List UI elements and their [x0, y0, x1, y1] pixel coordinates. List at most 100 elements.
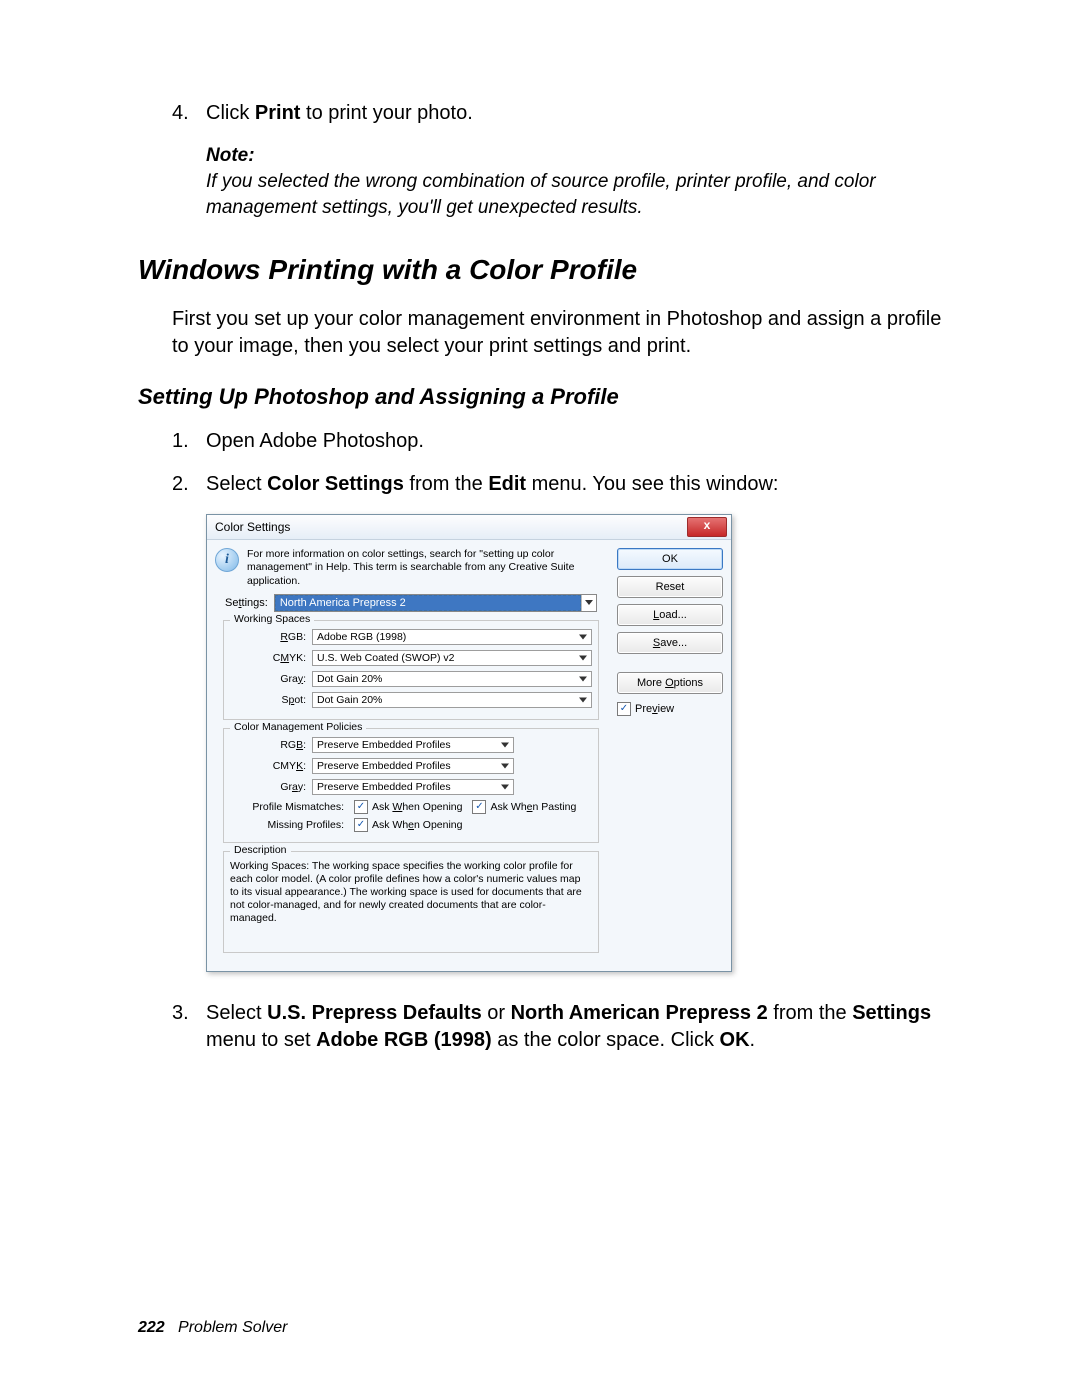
bold-color-settings: Color Settings [267, 473, 404, 495]
missing-profiles-row: Missing Profiles: ✓ Ask When Opening [230, 818, 592, 832]
step-number: 2. [172, 471, 206, 498]
gray-dropdown[interactable]: Dot Gain 20% [312, 671, 592, 687]
cmyk-value: U.S. Web Coated (SWOP) v2 [317, 652, 455, 664]
bold: OK [720, 1029, 750, 1051]
footer-section: Problem Solver [178, 1319, 287, 1336]
settings-label: Settings: [225, 597, 268, 609]
ask-when-pasting-check[interactable]: ✓ Ask When Pasting [472, 800, 576, 814]
bold: Adobe RGB (1998) [316, 1029, 492, 1051]
reset-button[interactable]: Reset [617, 576, 723, 598]
more-options-button[interactable]: More Options [617, 672, 723, 694]
step-number: 1. [172, 428, 206, 455]
gray-row: Gray: Dot Gain 20% [230, 671, 592, 687]
note-body: If you selected the wrong combination of… [206, 169, 942, 220]
bold-edit: Edit [488, 473, 526, 495]
cmyk-label: CMYK: [230, 652, 306, 664]
text: menu. You see this window: [526, 473, 778, 495]
bold-print: Print [255, 102, 301, 124]
step-4: 4. Click Print to print your photo. [172, 100, 942, 127]
profile-mismatches-label: Profile Mismatches: [230, 801, 344, 813]
cmyk-label: CMYK: [230, 760, 306, 772]
ok-button[interactable]: OK [617, 548, 723, 570]
chevron-down-icon [501, 742, 509, 747]
step-text: Open Adobe Photoshop. [206, 428, 942, 455]
check-label: Preview [635, 703, 674, 715]
working-spaces-group: Working Spaces RGB: Adobe RGB (1998) CMY… [223, 620, 599, 720]
text: as the color space. Click [492, 1029, 720, 1051]
info-icon: i [215, 548, 239, 572]
rgb-policy-value: Preserve Embedded Profiles [317, 739, 451, 751]
chevron-down-icon [579, 655, 587, 660]
settings-value: North America Prepress 2 [275, 595, 581, 611]
info-row: i For more information on color settings… [215, 548, 607, 587]
group-title: Description [230, 844, 291, 856]
button-label: Reset [656, 581, 685, 593]
rgb-label: RGB: [230, 739, 306, 751]
button-label: OK [662, 553, 678, 565]
gray-value: Dot Gain 20% [317, 673, 382, 685]
step-text: Select Color Settings from the Edit menu… [206, 471, 942, 498]
spot-row: Spot: Dot Gain 20% [230, 692, 592, 708]
document-page: 4. Click Print to print your photo. Note… [0, 0, 1080, 1397]
dialog-right-pane: OK Reset Load... Save... More Options ✓ … [617, 548, 723, 960]
dialog-screenshot: Color Settings x i For more information … [206, 514, 942, 971]
button-label: Save... [653, 637, 687, 649]
cmyk-policy-dropdown[interactable]: Preserve Embedded Profiles [312, 758, 514, 774]
ask-when-opening-check[interactable]: ✓ Ask When Opening [354, 800, 462, 814]
rgb-policy-dropdown[interactable]: Preserve Embedded Profiles [312, 737, 514, 753]
save-button[interactable]: Save... [617, 632, 723, 654]
close-icon: x [704, 518, 711, 532]
dialog-left-pane: i For more information on color settings… [215, 548, 607, 960]
text: Click [206, 102, 255, 124]
intro-paragraph: First you set up your color management e… [172, 306, 942, 360]
gray-policy-dropdown[interactable]: Preserve Embedded Profiles [312, 779, 514, 795]
checkbox-icon: ✓ [354, 800, 368, 814]
step-text: Click Print to print your photo. [206, 100, 942, 127]
chevron-down-icon [501, 784, 509, 789]
text: or [482, 1002, 511, 1024]
spot-value: Dot Gain 20% [317, 694, 382, 706]
gray-label: Gray: [230, 673, 306, 685]
bold: North American Prepress 2 [511, 1002, 768, 1024]
settings-row: Settings: North America Prepress 2 [225, 594, 597, 612]
spot-dropdown[interactable]: Dot Gain 20% [312, 692, 592, 708]
gray-policy-row: Gray: Preserve Embedded Profiles [230, 779, 592, 795]
cmyk-row: CMYK: U.S. Web Coated (SWOP) v2 [230, 650, 592, 666]
close-button[interactable]: x [687, 517, 727, 537]
note-block: Note: If you selected the wrong combinat… [206, 145, 942, 220]
spot-label: Spot: [230, 694, 306, 706]
text: from the [768, 1002, 852, 1024]
color-settings-dialog: Color Settings x i For more information … [206, 514, 732, 971]
profile-mismatches-row: Profile Mismatches: ✓ Ask When Opening ✓… [230, 800, 592, 814]
rgb-label: RGB: [230, 631, 306, 643]
group-title: Color Management Policies [230, 721, 366, 733]
check-label: Ask When Pasting [490, 801, 576, 813]
note-heading: Note: [206, 145, 942, 167]
dialog-body: i For more information on color settings… [207, 540, 731, 970]
dialog-titlebar: Color Settings x [207, 515, 731, 540]
step-number: 4. [172, 100, 206, 127]
chevron-down-icon [579, 676, 587, 681]
checkbox-icon: ✓ [472, 800, 486, 814]
button-label: More Options [637, 677, 703, 689]
rgb-policy-row: RGB: Preserve Embedded Profiles [230, 737, 592, 753]
load-button[interactable]: Load... [617, 604, 723, 626]
missing-ask-when-opening-check[interactable]: ✓ Ask When Opening [354, 818, 462, 832]
section-heading: Windows Printing with a Color Profile [138, 254, 942, 286]
description-group: Description Working Spaces: The working … [223, 851, 599, 953]
subsection-heading: Setting Up Photoshop and Assigning a Pro… [138, 384, 942, 410]
text: from the [404, 473, 488, 495]
chevron-down-icon [501, 763, 509, 768]
rgb-dropdown[interactable]: Adobe RGB (1998) [312, 629, 592, 645]
gray-policy-value: Preserve Embedded Profiles [317, 781, 451, 793]
preview-check[interactable]: ✓ Preview [617, 702, 723, 716]
button-label: Load... [653, 609, 687, 621]
missing-profiles-label: Missing Profiles: [230, 819, 344, 831]
step-2: 2. Select Color Settings from the Edit m… [172, 471, 942, 498]
settings-dropdown[interactable]: North America Prepress 2 [274, 594, 597, 612]
step-text: Select U.S. Prepress Defaults or North A… [206, 1000, 942, 1054]
dialog-title: Color Settings [215, 520, 290, 534]
cmyk-dropdown[interactable]: U.S. Web Coated (SWOP) v2 [312, 650, 592, 666]
chevron-down-icon [581, 595, 596, 611]
description-text: Working Spaces: The working space specif… [230, 860, 592, 926]
